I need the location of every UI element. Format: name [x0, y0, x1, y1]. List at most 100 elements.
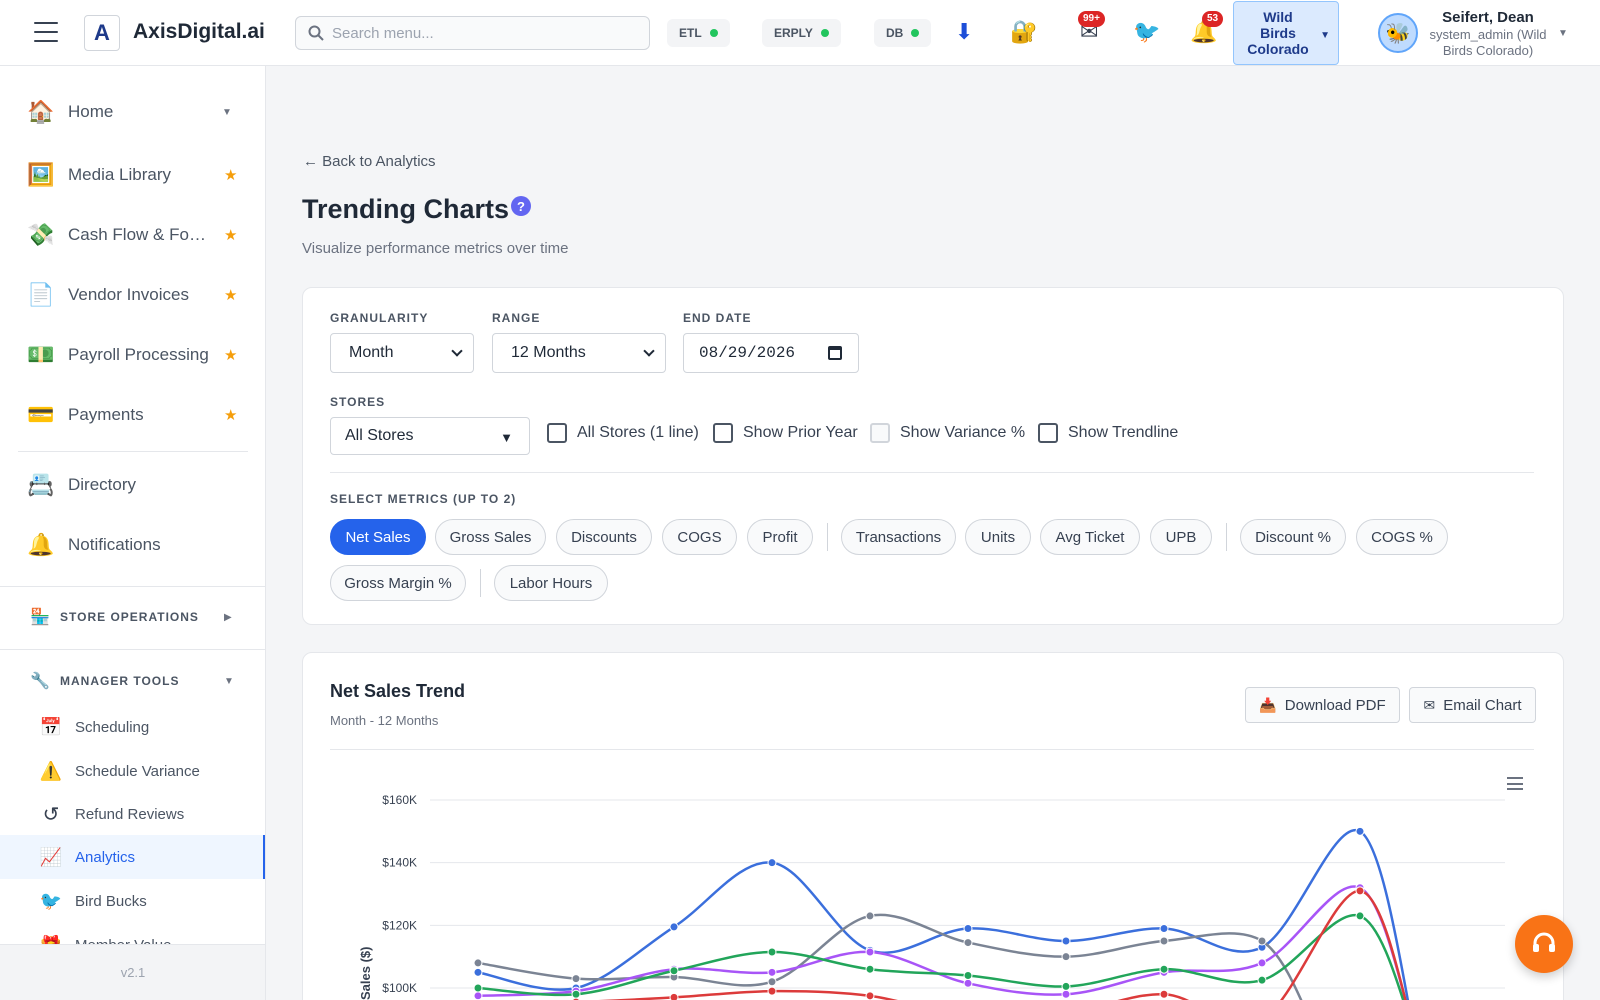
back-to-analytics-link[interactable]: ← Back to Analytics [303, 153, 436, 170]
star-icon[interactable]: ★ [224, 406, 237, 424]
series-line[interactable] [477, 885, 1415, 1000]
section-store-operations[interactable]: 🏪 STORE OPERATIONS ▶ [0, 597, 265, 637]
support-chat-button[interactable] [1515, 915, 1573, 973]
metric-chip-avg-ticket[interactable]: Avg Ticket [1040, 519, 1140, 555]
series-line[interactable] [477, 913, 1415, 1000]
data-point[interactable] [865, 911, 875, 921]
sidebar-item-payments[interactable]: 💳 Payments ★ [0, 390, 265, 440]
data-point[interactable] [865, 964, 875, 974]
data-point[interactable] [1257, 975, 1267, 985]
checkbox-box[interactable] [547, 423, 567, 443]
checkbox-box[interactable] [1038, 423, 1058, 443]
data-point[interactable] [963, 970, 973, 980]
calendar-icon[interactable] [828, 346, 842, 360]
show-trendline-checkbox[interactable]: Show Trendline [1038, 423, 1178, 443]
metric-chip-units[interactable]: Units [965, 519, 1031, 555]
data-point[interactable] [473, 967, 483, 977]
email-chart-button[interactable]: ✉ Email Chart [1409, 687, 1536, 723]
data-point[interactable] [1061, 952, 1071, 962]
metric-chip-profit[interactable]: Profit [747, 519, 813, 555]
data-point[interactable] [1159, 964, 1169, 974]
data-point[interactable] [767, 947, 777, 957]
metric-chip-discounts[interactable]: Discounts [556, 519, 652, 555]
data-point[interactable] [1355, 911, 1365, 921]
sidebar-item-notifications[interactable]: 🔔 Notifications [0, 520, 265, 570]
bird-icon[interactable]: 🐦 [1133, 18, 1160, 46]
search-input[interactable] [332, 24, 632, 42]
checkbox-box[interactable] [870, 423, 890, 443]
section-manager-tools[interactable]: 🔧 MANAGER TOOLS ▼ [0, 661, 265, 701]
menu-toggle-icon[interactable] [34, 22, 58, 42]
data-point[interactable] [963, 978, 973, 988]
metric-chip-transactions[interactable]: Transactions [841, 519, 956, 555]
download-pdf-button[interactable]: 📥 Download PDF [1245, 687, 1400, 723]
end-date-input[interactable]: 08/29/2026 [683, 333, 859, 373]
data-point[interactable] [767, 858, 777, 868]
data-point[interactable] [473, 991, 483, 1000]
data-point[interactable] [865, 991, 875, 1000]
data-point[interactable] [963, 923, 973, 933]
granularity-select[interactable]: Month [330, 333, 474, 373]
data-point[interactable] [1355, 886, 1365, 896]
metric-chip-cogs-pct[interactable]: COGS % [1356, 519, 1448, 555]
range-select[interactable]: 12 Months [492, 333, 666, 373]
data-point[interactable] [669, 992, 679, 1000]
avatar[interactable]: 🐝 [1378, 13, 1418, 53]
metric-chip-labor-hours[interactable]: Labor Hours [494, 565, 608, 601]
checkbox-box[interactable] [713, 423, 733, 443]
data-point[interactable] [1355, 826, 1365, 836]
data-point[interactable] [1159, 989, 1169, 999]
data-point[interactable] [767, 977, 777, 987]
data-point[interactable] [963, 938, 973, 948]
erply-status-pill[interactable]: ERPLY [762, 19, 841, 47]
data-point[interactable] [767, 986, 777, 996]
data-point[interactable] [1159, 923, 1169, 933]
sidebar-item-payroll[interactable]: 💵 Payroll Processing ★ [0, 330, 265, 380]
etl-status-pill[interactable]: ETL [667, 19, 730, 47]
data-point[interactable] [865, 947, 875, 957]
help-icon[interactable]: ? [511, 196, 531, 216]
show-variance-checkbox[interactable]: Show Variance % [870, 423, 1025, 443]
data-point[interactable] [669, 966, 679, 976]
metric-chip-upb[interactable]: UPB [1150, 519, 1212, 555]
sidebar-item-bird-bucks[interactable]: 🐦 Bird Bucks [0, 879, 265, 923]
store-selector-button[interactable]: Wild Birds Colorado ▼ [1233, 1, 1339, 65]
data-point[interactable] [669, 922, 679, 932]
sidebar-item-refund-reviews[interactable]: ↺ Refund Reviews [0, 792, 265, 836]
star-icon[interactable]: ★ [224, 346, 237, 364]
sidebar-item-vendor-invoices[interactable]: 📄 Vendor Invoices ★ [0, 270, 265, 320]
data-point[interactable] [571, 974, 581, 984]
data-point[interactable] [1159, 936, 1169, 946]
star-icon[interactable]: ★ [224, 166, 237, 184]
download-icon[interactable]: ⬇ [955, 18, 973, 46]
data-point[interactable] [473, 983, 483, 993]
series-line[interactable] [478, 889, 1415, 1000]
lock-icon[interactable]: 🔐 [1010, 18, 1037, 46]
data-point[interactable] [571, 989, 581, 999]
data-point[interactable] [1061, 936, 1071, 946]
data-point[interactable] [1257, 936, 1267, 946]
search-box[interactable] [295, 16, 650, 50]
sidebar-item-home[interactable]: 🏠 Home ▼ [0, 87, 265, 137]
sidebar-item-cash-flow[interactable]: 💸 Cash Flow & Forecasting ★ [0, 210, 265, 260]
data-point[interactable] [1061, 981, 1071, 991]
data-point[interactable] [1061, 989, 1071, 999]
sidebar-item-directory[interactable]: 📇 Directory [0, 460, 265, 510]
metric-chip-net-sales[interactable]: Net Sales [330, 519, 426, 555]
metric-chip-discount-pct[interactable]: Discount % [1240, 519, 1346, 555]
star-icon[interactable]: ★ [224, 286, 237, 304]
db-status-pill[interactable]: DB [874, 19, 932, 47]
all-stores-one-line-checkbox[interactable]: All Stores (1 line) [547, 423, 699, 443]
metric-chip-gross-margin-pct[interactable]: Gross Margin % [330, 565, 466, 601]
sidebar-item-analytics[interactable]: 📈 Analytics [0, 835, 265, 879]
brand-logo[interactable]: A [84, 15, 120, 51]
metric-chip-gross-sales[interactable]: Gross Sales [435, 519, 546, 555]
user-menu-chevron-icon[interactable]: ▼ [1558, 28, 1568, 39]
show-prior-year-checkbox[interactable]: Show Prior Year [713, 423, 858, 443]
stores-dropdown[interactable]: All Stores ▼ [330, 417, 530, 455]
data-point[interactable] [767, 967, 777, 977]
user-name[interactable]: Seifert, Dean [1420, 9, 1556, 26]
metric-chip-cogs[interactable]: COGS [662, 519, 737, 555]
sidebar-item-schedule-variance[interactable]: ⚠️ Schedule Variance [0, 749, 265, 793]
sidebar-item-media-library[interactable]: 🖼️ Media Library ★ [0, 150, 265, 200]
